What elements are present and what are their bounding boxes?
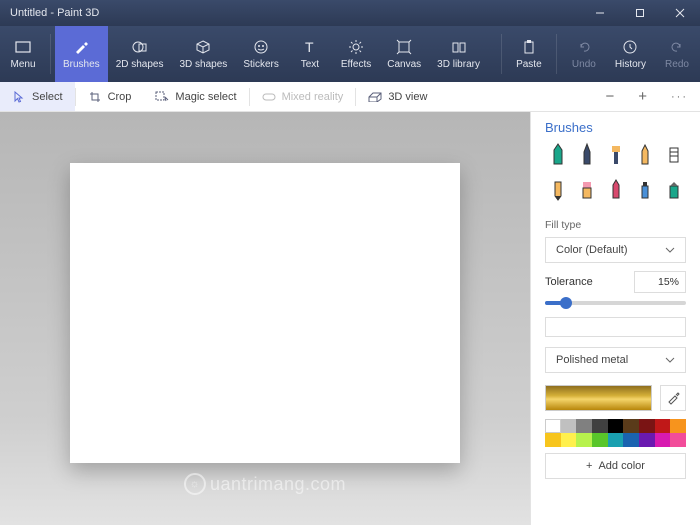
brush-pixel[interactable] (661, 141, 686, 169)
paste-button[interactable]: Paste (506, 26, 552, 82)
color-swatch[interactable] (623, 433, 639, 447)
tolerance-slider[interactable] (545, 301, 686, 305)
fill-type-label: Fill type (531, 213, 700, 235)
tolerance-label: Tolerance (545, 276, 593, 288)
history-icon (621, 38, 639, 56)
title-bar: Untitled - Paint 3D (0, 0, 700, 26)
tab-text[interactable]: T Text (287, 26, 333, 82)
brush-icon (72, 38, 90, 56)
magic-select-icon (155, 90, 169, 104)
side-panel: Brushes Fill type Color (Default) Tolera… (530, 112, 700, 525)
menu-icon (14, 38, 32, 56)
mixed-reality-icon (262, 90, 276, 104)
color-swatch[interactable] (639, 433, 655, 447)
tab-3d-library[interactable]: 3D library (429, 26, 488, 82)
redo-button[interactable]: Redo (654, 26, 700, 82)
chevron-down-icon (665, 357, 675, 363)
3d-view-icon (368, 90, 382, 104)
close-button[interactable] (660, 0, 700, 26)
canvas-icon (395, 38, 413, 56)
color-swatch[interactable] (655, 419, 671, 433)
color-palette (545, 419, 686, 447)
brush-eraser[interactable] (574, 175, 599, 203)
current-color-swatch[interactable] (545, 385, 652, 411)
history-button[interactable]: History (607, 26, 654, 82)
fill-type-dropdown[interactable]: Color (Default) (545, 237, 686, 263)
brush-fill[interactable] (661, 175, 686, 203)
color-swatch[interactable] (608, 433, 624, 447)
sub-toolbar: Select Crop Magic select Mixed reality 3… (0, 82, 700, 112)
thickness-input[interactable] (545, 317, 686, 337)
add-color-button[interactable]: + Add color (545, 453, 686, 479)
menu-label: Menu (10, 59, 35, 70)
crop-icon (88, 90, 102, 104)
tab-effects[interactable]: Effects (333, 26, 379, 82)
brush-oil[interactable] (603, 141, 628, 169)
eyedropper-button[interactable] (660, 385, 686, 411)
brush-pencil[interactable] (545, 175, 570, 203)
canvas-area[interactable]: ☼ uantrimang.com (0, 112, 530, 525)
menu-button[interactable]: Menu (0, 26, 46, 82)
color-swatch[interactable] (592, 433, 608, 447)
3d-shapes-icon (194, 38, 212, 56)
window-title: Untitled - Paint 3D (10, 7, 99, 19)
tab-stickers[interactable]: Stickers (235, 26, 287, 82)
stickers-icon (252, 38, 270, 56)
tab-brushes[interactable]: Brushes (55, 26, 108, 82)
tab-2d-shapes[interactable]: 2D shapes (108, 26, 172, 82)
svg-text:T: T (305, 39, 314, 55)
color-swatch[interactable] (623, 419, 639, 433)
crop-tool[interactable]: Crop (76, 82, 144, 111)
zoom-out-button[interactable]: − (593, 82, 626, 111)
3d-library-icon (450, 38, 468, 56)
brush-calligraphy[interactable] (574, 141, 599, 169)
color-swatch[interactable] (639, 419, 655, 433)
panel-title: Brushes (531, 112, 700, 141)
tab-3d-shapes[interactable]: 3D shapes (172, 26, 236, 82)
plus-icon: + (586, 460, 592, 472)
maximize-button[interactable] (620, 0, 660, 26)
color-swatch[interactable] (576, 433, 592, 447)
redo-icon (668, 38, 686, 56)
lightbulb-icon: ☼ (184, 473, 206, 495)
ribbon: Menu Brushes 2D shapes 3D shapes Sticke (0, 26, 700, 82)
color-swatch[interactable] (545, 419, 561, 433)
paste-icon (520, 38, 538, 56)
2d-shapes-icon (131, 38, 149, 56)
brush-marker[interactable] (545, 141, 570, 169)
color-swatch[interactable] (670, 419, 686, 433)
brush-watercolor[interactable] (632, 141, 657, 169)
zoom-in-button[interactable]: + (626, 82, 659, 111)
color-swatch[interactable] (655, 433, 671, 447)
undo-button[interactable]: Undo (561, 26, 607, 82)
undo-icon (575, 38, 593, 56)
text-icon: T (301, 38, 319, 56)
select-tool[interactable]: Select (0, 82, 75, 111)
color-swatch[interactable] (670, 433, 686, 447)
color-swatch[interactable] (576, 419, 592, 433)
magic-select-tool[interactable]: Magic select (143, 82, 248, 111)
tab-canvas[interactable]: Canvas (379, 26, 429, 82)
color-swatch[interactable] (561, 433, 577, 447)
minimize-button[interactable] (580, 0, 620, 26)
color-swatch[interactable] (561, 419, 577, 433)
color-swatch[interactable] (608, 419, 624, 433)
brush-grid (531, 141, 700, 213)
chevron-down-icon (665, 247, 675, 253)
material-dropdown[interactable]: Polished metal (545, 347, 686, 373)
cursor-icon (12, 90, 26, 104)
brush-spray[interactable] (632, 175, 657, 203)
3d-view-tool[interactable]: 3D view (356, 82, 439, 111)
brush-crayon[interactable] (603, 175, 628, 203)
color-swatch[interactable] (545, 433, 561, 447)
tolerance-value[interactable]: 15% (634, 271, 686, 293)
color-swatch[interactable] (592, 419, 608, 433)
canvas[interactable] (70, 163, 460, 463)
mixed-reality-tool: Mixed reality (250, 82, 356, 111)
watermark: ☼ uantrimang.com (184, 473, 346, 495)
effects-icon (347, 38, 365, 56)
eyedropper-icon (666, 391, 680, 405)
more-button[interactable]: ··· (659, 82, 700, 111)
